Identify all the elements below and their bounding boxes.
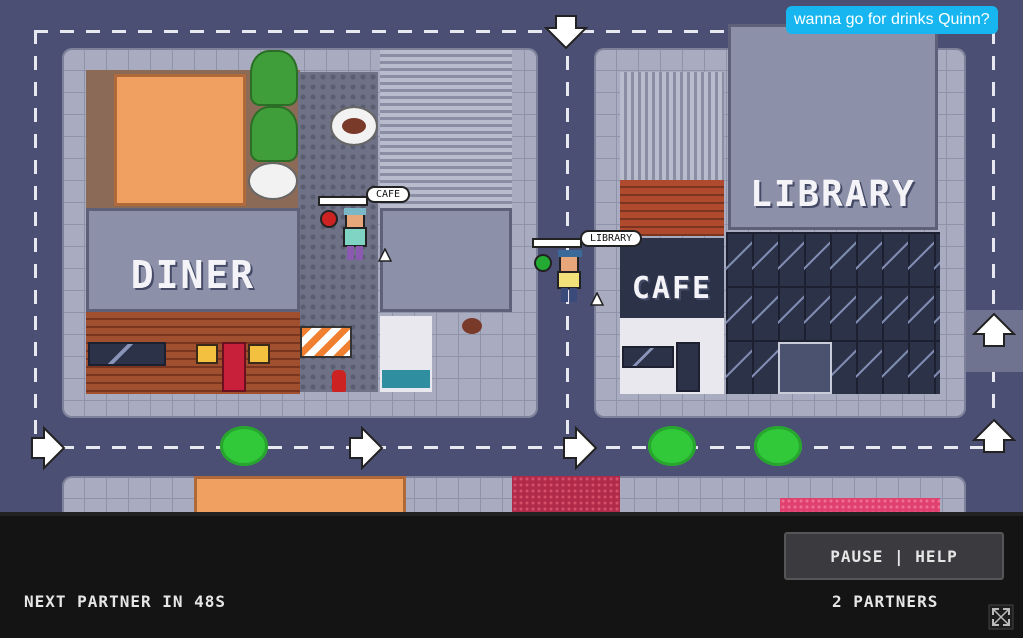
arrow-right-icon <box>349 426 384 470</box>
player-speech-bubble: LIBRARY <box>580 230 643 247</box>
arrow-up-icon <box>972 418 1016 453</box>
tree <box>250 50 298 106</box>
arrow-right-icon <box>563 426 598 470</box>
cursor-pointer-icon <box>378 248 392 262</box>
rooftop <box>194 476 406 512</box>
fullscreen-icon[interactable] <box>988 604 1014 630</box>
rooftop <box>512 476 620 512</box>
building-roof <box>380 208 512 312</box>
diner-window <box>88 342 166 366</box>
diner-menu-board <box>196 344 218 364</box>
next-partner-countdown: NEXT PARTNER IN 48S <box>24 592 227 611</box>
tree <box>250 106 298 162</box>
cursor-pointer-icon <box>590 292 604 306</box>
bench <box>382 370 430 388</box>
road-lane-marking <box>34 446 994 449</box>
cafe-window <box>622 346 674 368</box>
player-status-red <box>320 210 338 228</box>
road-lane-marking <box>992 30 995 450</box>
player-status-green <box>534 254 552 272</box>
hud-panel: PAUSE | HELP NEXT PARTNER IN 48S 2 PARTN… <box>0 512 1023 638</box>
meeting-spot-marker[interactable] <box>648 426 696 466</box>
cafe-door[interactable] <box>676 342 700 392</box>
fountain <box>330 106 378 146</box>
diner-sign: DINER <box>130 253 256 297</box>
planter <box>248 162 298 200</box>
player-health-bar <box>318 196 368 206</box>
diner-menu-board <box>248 344 270 364</box>
cafe-roof-vents <box>620 72 724 180</box>
diner-door[interactable] <box>222 342 246 392</box>
game-map[interactable]: DINER CAFE LIBRARY CAFE LIBRARY wanna go… <box>0 0 1023 512</box>
rooftop <box>780 498 940 512</box>
pause-help-button[interactable]: PAUSE | HELP <box>784 532 1004 580</box>
meeting-spot-marker[interactable] <box>220 426 268 466</box>
road-barrier <box>300 326 352 358</box>
library-door[interactable] <box>778 342 832 394</box>
arrow-up-icon <box>972 312 1016 347</box>
arrow-right-icon <box>31 426 66 470</box>
player-health-bar <box>532 238 582 248</box>
library-sign: LIBRARY <box>750 173 916 215</box>
fire-hydrant <box>332 370 346 392</box>
player-avatar[interactable] <box>338 208 372 264</box>
road-lane-marking <box>34 30 37 450</box>
partner-count: 2 PARTNERS <box>832 592 939 611</box>
cafe-sign: CAFE <box>631 270 713 306</box>
library-glass-facade <box>726 232 940 394</box>
game-stage: DINER CAFE LIBRARY CAFE LIBRARY wanna go… <box>0 0 1023 638</box>
player-avatar[interactable] <box>552 250 586 306</box>
player-speech-bubble: CAFE <box>366 186 411 203</box>
chat-message: wanna go for drinks Quinn? <box>786 6 998 34</box>
manhole <box>462 318 482 334</box>
arrow-down-icon <box>544 15 588 50</box>
meeting-spot-marker[interactable] <box>754 426 802 466</box>
cafe-brick-wall <box>620 180 724 236</box>
diner-rooftop <box>114 74 246 206</box>
